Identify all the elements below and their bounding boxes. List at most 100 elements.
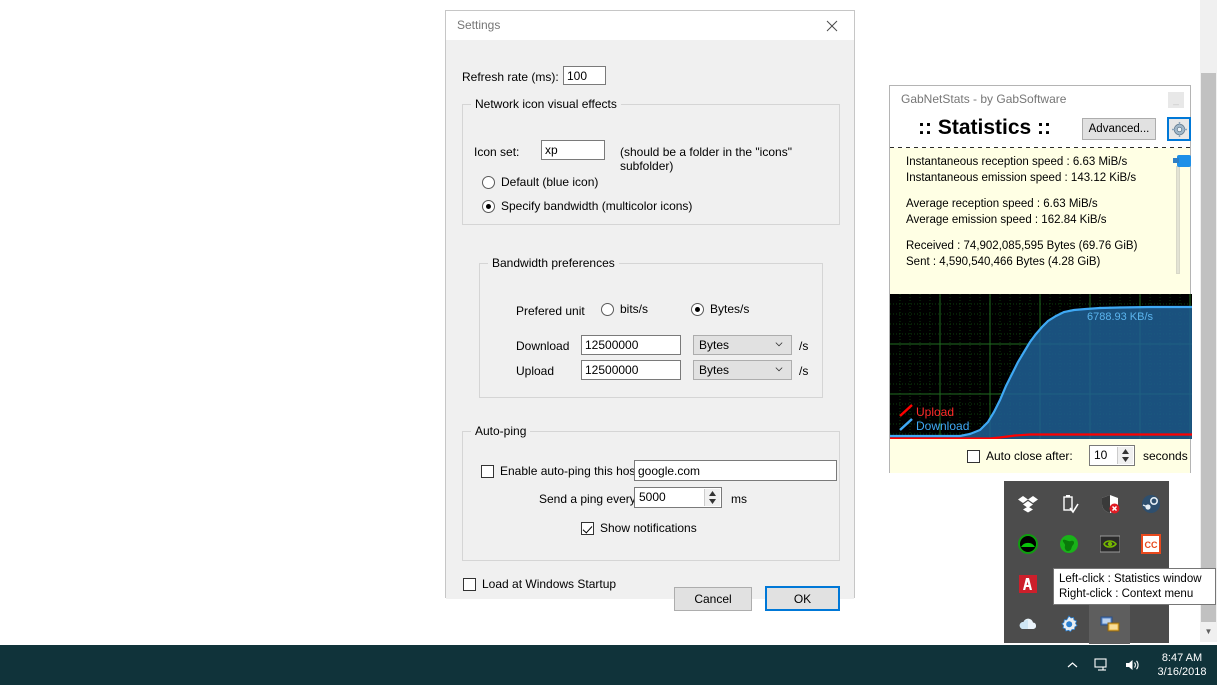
autoping-host-input[interactable] xyxy=(634,460,837,481)
enable-autoping-label: Enable auto-ping this host: xyxy=(500,464,643,478)
statistics-scrollbar-thumb[interactable] xyxy=(1173,154,1191,168)
spin-up-icon[interactable] xyxy=(1118,447,1133,456)
stat-line-1: Instantaneous reception speed : 6.63 MiB… xyxy=(906,156,1128,168)
enable-autoping-checkbox[interactable] xyxy=(481,465,494,478)
scrollbar-thumb[interactable] xyxy=(1201,73,1216,622)
chevron-up-icon[interactable] xyxy=(1057,645,1087,685)
taskbar-tray-area: 8:47 AM 3/16/2018 xyxy=(1057,645,1217,685)
graph-peak-label: 6788.93 KB/s xyxy=(1087,311,1154,323)
autoping-group-title: Auto-ping xyxy=(471,424,531,438)
bandwidth-group: Bandwidth preferences Prefered unit bits… xyxy=(479,256,823,398)
stat-line-2: Instantaneous emission speed : 143.12 Ki… xyxy=(906,172,1137,184)
svg-text:CC: CC xyxy=(1144,540,1157,550)
bandwidth-group-title: Bandwidth preferences xyxy=(488,256,619,270)
ok-button[interactable]: OK xyxy=(765,586,840,611)
icon-set-input[interactable] xyxy=(541,140,605,160)
tooltip-line-2: Right-click : Context menu xyxy=(1059,588,1194,600)
scrollbar-down-button[interactable]: ▼ xyxy=(1200,622,1217,642)
statistics-text-area: Instantaneous reception speed : 6.63 MiB… xyxy=(890,148,1191,279)
radio-specify-bandwidth[interactable] xyxy=(482,200,495,213)
ccleaner-icon[interactable]: CC xyxy=(1130,524,1171,564)
security-shield-error-icon[interactable] xyxy=(1089,484,1130,524)
upload-unit-suffix: /s xyxy=(799,364,809,378)
taskbar-clock[interactable]: 8:47 AM 3/16/2018 xyxy=(1147,645,1217,685)
radio-unit-bytes-label: Bytes/s xyxy=(710,302,750,316)
chevron-down-icon xyxy=(775,342,783,347)
taskbar: 8:47 AM 3/16/2018 xyxy=(0,645,1217,685)
spin-down-icon[interactable] xyxy=(1118,456,1133,465)
steam-icon[interactable] xyxy=(1130,484,1171,524)
network-icon-group-title: Network icon visual effects xyxy=(471,97,621,111)
usb-eject-icon[interactable] xyxy=(1048,484,1089,524)
teamviewer-icon[interactable] xyxy=(1007,524,1048,564)
auto-close-checkbox[interactable] xyxy=(967,450,980,463)
network-icon-group: Network icon visual effects Icon set: (s… xyxy=(462,97,840,225)
minimize-icon[interactable]: _ xyxy=(1168,92,1184,108)
radio-unit-bytes[interactable] xyxy=(691,303,704,316)
screen: ▼ Settings Refresh rate (ms): Network ic… xyxy=(0,0,1217,685)
legend-upload: Upload xyxy=(916,405,954,419)
spin-up-icon[interactable] xyxy=(705,489,720,498)
clock-date: 3/16/2018 xyxy=(1157,666,1207,678)
load-at-startup-checkbox[interactable] xyxy=(463,578,476,591)
ping-interval-value: 5000 xyxy=(639,490,666,504)
auto-close-label: Auto close after: xyxy=(986,449,1073,463)
stat-line-4: Average emission speed : 162.84 KiB/s xyxy=(906,214,1107,226)
statistics-scrollbar[interactable] xyxy=(1173,148,1191,279)
gear-icon[interactable] xyxy=(1167,117,1191,141)
network-icon[interactable] xyxy=(1087,645,1117,685)
gabnetstats-footer: Auto close after: 10 seconds xyxy=(890,439,1190,473)
gabnetstats-title: GabNetStats - by GabSoftware xyxy=(901,92,1067,106)
radio-default-blue-icon[interactable] xyxy=(482,176,495,189)
green-globe-icon[interactable] xyxy=(1048,524,1089,564)
radio-unit-bits[interactable] xyxy=(601,303,614,316)
ping-interval-stepper[interactable]: 5000 xyxy=(634,487,722,508)
ping-interval-spin-buttons[interactable] xyxy=(704,489,720,506)
stat-line-5: Received : 74,902,085,595 Bytes (69.76 G… xyxy=(906,240,1138,252)
icon-set-hint: (should be a folder in the "icons" subfo… xyxy=(620,145,792,173)
download-unit-value: Bytes xyxy=(699,338,730,352)
refresh-rate-input[interactable] xyxy=(563,66,606,85)
radio-default-label: Default (blue icon) xyxy=(501,175,599,189)
stat-line-6: Sent : 4,590,540,466 Bytes (4.28 GiB) xyxy=(906,256,1101,268)
statistics-heading: :: Statistics :: xyxy=(918,116,1052,139)
tray-icon-tooltip: Left-click : Statistics window Right-cli… xyxy=(1053,568,1216,605)
show-notifications-checkbox[interactable] xyxy=(581,522,594,535)
download-unit-select[interactable]: Bytes xyxy=(693,335,792,355)
gabnetstats-header: :: Statistics :: Advanced... xyxy=(890,114,1191,148)
tray-flyout: CC xyxy=(1004,481,1171,644)
autoping-group: Auto-ping Enable auto-ping this host: Se… xyxy=(462,424,840,561)
nvidia-icon[interactable] xyxy=(1089,524,1130,564)
settings-title: Settings xyxy=(457,18,501,32)
chevron-down-icon xyxy=(775,367,783,372)
settings-gear-blue-icon[interactable] xyxy=(1048,604,1089,644)
auto-close-stepper[interactable]: 10 xyxy=(1089,445,1135,466)
settings-dialog: Settings Refresh rate (ms): Network icon… xyxy=(445,10,855,611)
advanced-button[interactable]: Advanced... xyxy=(1082,118,1156,140)
legend-download: Download xyxy=(916,419,969,433)
gabnetstats-window: GabNetStats - by GabSoftware _ :: Statis… xyxy=(889,85,1192,473)
settings-body: Refresh rate (ms): Network icon visual e… xyxy=(446,40,854,611)
show-notifications-label: Show notifications xyxy=(600,521,697,535)
spin-down-icon[interactable] xyxy=(705,498,720,507)
refresh-rate-label: Refresh rate (ms): xyxy=(462,70,559,84)
preferred-unit-label: Prefered unit xyxy=(516,304,585,318)
radio-unit-bits-label: bits/s xyxy=(620,302,649,316)
bandwidth-graph: 6788.93 KB/s Upload Download xyxy=(890,294,1192,439)
dropbox-icon[interactable] xyxy=(1007,484,1048,524)
upload-unit-select[interactable]: Bytes xyxy=(693,360,792,380)
upload-input[interactable] xyxy=(581,360,681,380)
volume-icon[interactable] xyxy=(1117,645,1147,685)
icon-set-label: Icon set: xyxy=(474,145,520,159)
onedrive-icon[interactable] xyxy=(1007,604,1048,644)
adobe-icon[interactable] xyxy=(1007,564,1048,604)
auto-close-spin-buttons[interactable] xyxy=(1117,447,1133,464)
cancel-button[interactable]: Cancel xyxy=(674,587,752,611)
gabnetstats-titlebar[interactable]: GabNetStats - by GabSoftware _ xyxy=(890,86,1190,114)
gabnetstats-icon[interactable] xyxy=(1089,604,1130,644)
close-icon[interactable] xyxy=(809,11,854,40)
download-input[interactable] xyxy=(581,335,681,355)
settings-titlebar[interactable]: Settings xyxy=(446,11,854,40)
statistics-scrollbar-track[interactable] xyxy=(1176,166,1180,274)
auto-close-value: 10 xyxy=(1094,448,1108,462)
